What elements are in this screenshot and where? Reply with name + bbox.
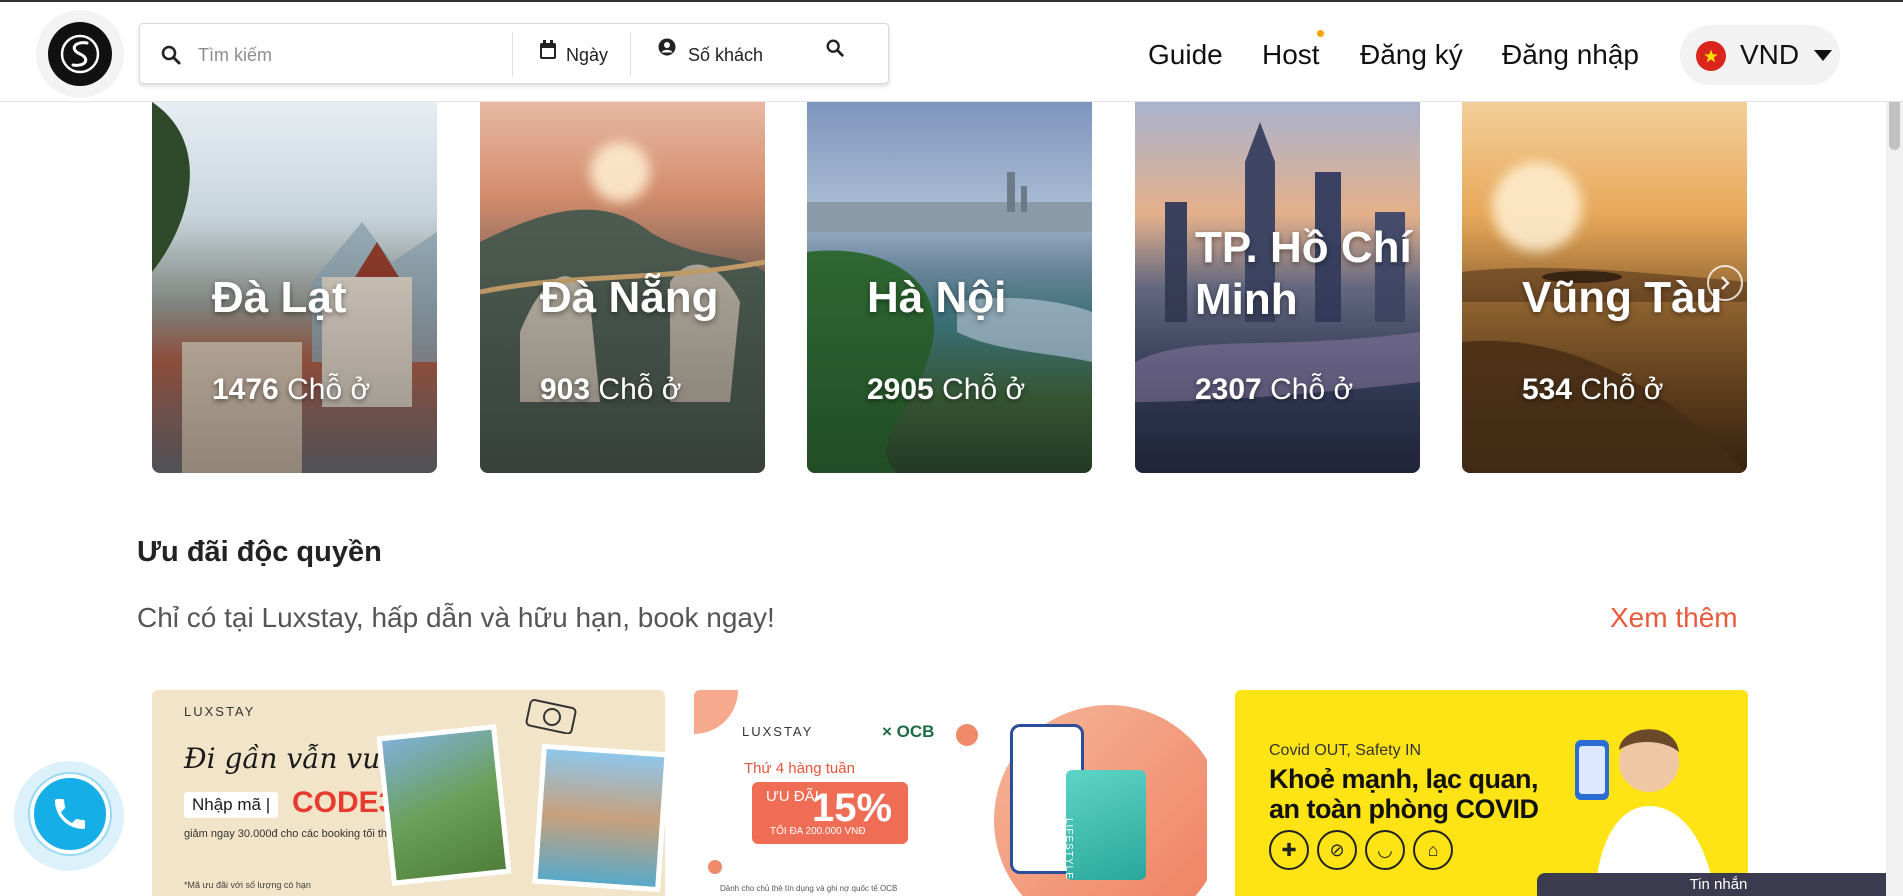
carousel-next-button[interactable] xyxy=(1707,265,1743,301)
partner-logo: × OCB xyxy=(882,722,935,741)
ocb-card: LIFESTYLE xyxy=(1063,770,1146,880)
search-icon xyxy=(161,45,181,65)
promo-brand: LUXSTAY xyxy=(184,704,256,719)
luxstay-logo[interactable] xyxy=(48,22,112,86)
destination-name: TP. Hồ Chí Minh xyxy=(1195,223,1412,324)
destination-count: 2905 Chỗ ở xyxy=(867,373,1026,406)
destination-name: Đà Lạt xyxy=(212,273,347,322)
promo-note: *Mã ưu đãi với số lượng có hạn xyxy=(184,880,311,890)
clean-home-icon: ⌂ xyxy=(1413,830,1453,870)
discount-badge: ƯU ĐÃI 15% TỐI ĐA 200.000 VNĐ xyxy=(752,782,908,844)
user-icon xyxy=(658,38,676,56)
currency-selector[interactable]: VND xyxy=(1680,25,1840,85)
destination-count: 1476 Chỗ ở xyxy=(212,373,371,406)
person-illustration xyxy=(1575,729,1715,896)
phone-icon xyxy=(55,799,85,829)
call-button[interactable] xyxy=(30,774,110,854)
promo-tagline: Covid OUT, Safety IN xyxy=(1269,742,1422,759)
search-divider xyxy=(630,32,631,77)
camera-icon xyxy=(525,699,577,734)
mask-icon: ◡ xyxy=(1365,830,1405,870)
date-picker[interactable]: Ngày xyxy=(566,44,608,66)
search-bar: Ngày Số khách xyxy=(139,23,889,84)
promo-banner-ocb[interactable]: LUXSTAY × OCB Thứ 4 hàng tuần ƯU ĐÃI 15%… xyxy=(694,690,1207,896)
promo-code-label: Nhập mã | xyxy=(184,792,279,818)
destination-card[interactable]: Vũng Tàu 534 Chỗ ở xyxy=(1462,102,1747,473)
section-subtitle: Chỉ có tại Luxstay, hấp dẫn và hữu hạn, … xyxy=(137,602,775,633)
nav-guide[interactable]: Guide xyxy=(1148,38,1223,72)
search-submit-icon[interactable] xyxy=(825,38,845,58)
promo-photo-pool xyxy=(532,743,665,893)
nav-login[interactable]: Đăng nhập xyxy=(1502,38,1639,72)
destination-count: 2307 Chỗ ở xyxy=(1195,373,1354,406)
logo-s-mark-icon xyxy=(60,34,100,74)
promo-brand: LUXSTAY xyxy=(742,724,814,739)
promo-headline: Khoẻ mạnh, lạc quan, an toàn phòng COVID xyxy=(1269,764,1539,824)
card-label: LIFESTYLE xyxy=(1063,818,1074,880)
chevron-down-icon xyxy=(1814,50,1832,61)
promo-banner-covid[interactable]: Covid OUT, Safety IN Khoẻ mạnh, lạc quan… xyxy=(1235,690,1748,896)
destination-carousel: Đà Lạt 1476 Chỗ ở Đà Nẵng 903 Chỗ ở Hà N… xyxy=(152,102,1747,473)
promo-photo-lake xyxy=(376,724,512,886)
nav-host[interactable]: Host xyxy=(1262,38,1320,72)
top-navbar: Ngày Số khách Guide Host Đăng ký Đăng nh… xyxy=(0,0,1903,102)
no-virus-icon: ⊘ xyxy=(1317,830,1357,870)
host-notification-dot xyxy=(1317,30,1324,37)
currency-label: VND xyxy=(1740,39,1800,70)
destination-card[interactable]: TP. Hồ Chí Minh 2307 Chỗ ở xyxy=(1135,102,1420,473)
destination-card[interactable]: Đà Lạt 1476 Chỗ ở xyxy=(152,102,437,473)
promo-schedule: Thứ 4 hàng tuần xyxy=(744,760,855,777)
medical-cross-icon: ✚ xyxy=(1269,830,1309,870)
search-divider xyxy=(512,32,513,77)
destination-name: Đà Nẵng xyxy=(540,273,719,322)
promo-footnote: Dành cho chủ thẻ tín dụng và ghi nợ quốc… xyxy=(720,884,898,893)
decor-shape xyxy=(694,690,738,734)
discount-max: TỐI ĐA 200.000 VNĐ xyxy=(770,826,866,837)
destination-card[interactable]: Hà Nội 2905 Chỗ ở xyxy=(807,102,1092,473)
discount-label: ƯU ĐÃI xyxy=(766,788,819,805)
search-input[interactable] xyxy=(198,38,518,72)
promo-title: Đi gần vẫn vui xyxy=(184,742,390,775)
guests-picker[interactable]: Số khách xyxy=(688,44,763,66)
calendar-icon xyxy=(540,40,556,59)
promo-banner-code30[interactable]: LUXSTAY Đi gần vẫn vui Nhập mã | CODE30 … xyxy=(152,690,665,896)
see-more-link[interactable]: Xem thêm xyxy=(1610,601,1738,635)
destination-card[interactable]: Đà Nẵng 903 Chỗ ở xyxy=(480,102,765,473)
decor-dot xyxy=(708,860,722,874)
chevron-right-icon xyxy=(1721,276,1730,290)
discount-percent: 15% xyxy=(812,786,893,830)
destination-name: Hà Nội xyxy=(867,273,1007,322)
section-title: Ưu đãi độc quyền xyxy=(137,536,382,568)
destination-count: 903 Chỗ ở xyxy=(540,373,682,406)
destination-count: 534 Chỗ ở xyxy=(1522,373,1664,406)
vietnam-flag-icon xyxy=(1696,41,1726,71)
chat-tab[interactable]: Tin nhắn xyxy=(1537,873,1900,896)
safety-icons: ✚ ⊘ ◡ ⌂ xyxy=(1269,830,1453,870)
nav-register[interactable]: Đăng ký xyxy=(1360,38,1463,72)
decor-dot xyxy=(956,724,978,746)
